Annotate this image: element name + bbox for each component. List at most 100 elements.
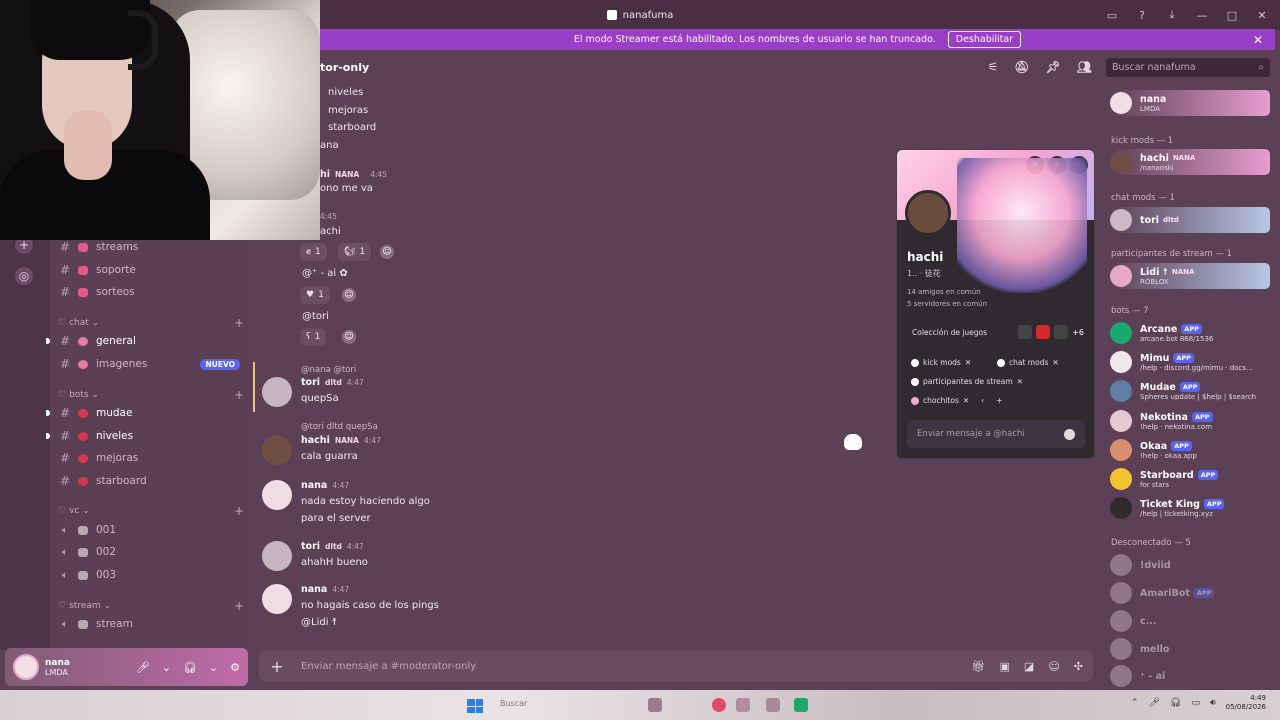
member-item[interactable]: c... xyxy=(1110,608,1270,634)
reaction-chip[interactable]: ʕ1 xyxy=(300,328,327,346)
taskbar-clock[interactable]: 4:49 05/08/2026 xyxy=(1226,694,1266,712)
threads-icon[interactable]: ⚟ xyxy=(988,60,999,74)
remove-role-icon[interactable]: ✕ xyxy=(963,396,969,405)
user-mention[interactable]: @tori xyxy=(302,311,329,322)
member-item[interactable]: Ticket King APP/help | ticketking.xyz xyxy=(1110,495,1270,521)
member-item[interactable]: Lidi ☨ NANA ROBLOX xyxy=(1110,263,1270,289)
gif-icon[interactable]: ▣ xyxy=(1000,660,1010,673)
search-input[interactable]: Buscar nanafuma ⌕ xyxy=(1106,58,1270,77)
channel-sorteos[interactable]: # sorteos xyxy=(50,281,248,303)
profile-avatar[interactable] xyxy=(905,190,951,236)
network-icon[interactable]: ▭ xyxy=(1191,698,1200,708)
pin-icon[interactable]: 📌︎ xyxy=(1046,60,1061,74)
settings-gear-icon[interactable]: ⚙ xyxy=(230,661,240,674)
member-item[interactable]: ⁺ - ai xyxy=(1110,663,1270,689)
reaction-chip[interactable]: ♥ 1 xyxy=(300,286,330,304)
category-stream[interactable]: ♡ stream ⌄ + xyxy=(58,598,244,614)
username[interactable]: nana xyxy=(45,658,70,668)
avatar[interactable] xyxy=(262,435,292,465)
member-item[interactable]: hachi NANA/nanaoski xyxy=(1110,149,1270,175)
mute-notifications-icon[interactable]: 🔕︎ xyxy=(1014,60,1029,74)
close-window-button[interactable]: ✕ xyxy=(1254,7,1270,23)
avatar[interactable] xyxy=(262,480,292,510)
emoji-icon[interactable] xyxy=(1064,428,1075,440)
remove-role-icon[interactable]: ✕ xyxy=(1017,377,1023,386)
avatar[interactable] xyxy=(262,377,292,407)
user-mention[interactable]: @⁺ - ai ✿ xyxy=(302,268,348,279)
taskbar-search[interactable]: Buscar xyxy=(500,699,527,708)
minimize-button[interactable]: — xyxy=(1194,7,1210,23)
create-channel-icon[interactable]: + xyxy=(234,599,244,613)
taskbar-app-icon[interactable] xyxy=(736,698,750,712)
download-icon[interactable]: ⤓ xyxy=(1164,7,1180,23)
author-name[interactable]: hi xyxy=(320,169,330,180)
channel-mejoras[interactable]: # mejoras xyxy=(50,447,248,469)
category-bots[interactable]: ♡ bots ⌄ + xyxy=(58,387,244,403)
author-name[interactable]: nana xyxy=(301,584,327,595)
add-reaction-icon[interactable]: ☺ xyxy=(342,330,356,344)
channel-starboard[interactable]: # starboard xyxy=(50,470,248,492)
discover-icon[interactable]: ◎ xyxy=(15,267,33,285)
chevron-down-icon[interactable]: ⌄ xyxy=(162,661,171,674)
emoji-icon[interactable]: ☺ xyxy=(1048,660,1059,673)
banner-close-icon[interactable]: ✕ xyxy=(1253,33,1263,47)
member-item[interactable]: AmariBot APP xyxy=(1110,580,1270,606)
game-collection-label[interactable]: Colección de juegos xyxy=(912,328,987,337)
add-reaction-icon[interactable]: ☺ xyxy=(380,245,394,259)
windows-start-icon[interactable] xyxy=(467,699,483,713)
volume-icon[interactable]: 🔊︎ xyxy=(1210,698,1216,708)
voice-channel-stream[interactable]: 🔈︎ stream xyxy=(50,613,248,635)
member-item[interactable]: Mimu APP/help · discord.gg/mimu · docs... xyxy=(1110,349,1270,375)
taskbar-app-icon[interactable] xyxy=(648,698,662,712)
apps-icon[interactable]: ✣ xyxy=(1074,660,1083,673)
channel-soporte[interactable]: # soporte xyxy=(50,259,248,281)
help-icon[interactable]: ? xyxy=(1134,7,1150,23)
author-name[interactable]: hachi xyxy=(301,435,330,446)
chevron-down-icon[interactable]: ⌄ xyxy=(209,661,218,674)
member-item[interactable]: mello xyxy=(1110,636,1270,662)
add-reaction-icon[interactable]: ☺ xyxy=(342,288,356,302)
message-composer[interactable]: + Enviar mensaje a #moderator-only 🎁︎ ▣ … xyxy=(259,650,1093,682)
member-item[interactable]: Starboard APP for stars xyxy=(1110,466,1270,492)
category-chat[interactable]: ♡ chat ⌄ + xyxy=(58,315,244,331)
remove-role-icon[interactable]: ✕ xyxy=(1052,358,1058,367)
microphone-icon[interactable]: 🎤︎ xyxy=(1149,698,1160,708)
voice-channel-003[interactable]: 🔈︎ 003 xyxy=(50,564,248,586)
user-mention[interactable]: @Lidi ☨ xyxy=(301,614,439,631)
channel-mention[interactable]: niveles xyxy=(328,87,363,98)
create-channel-icon[interactable]: + xyxy=(234,388,244,402)
sticker-icon[interactable]: ◪ xyxy=(1024,660,1034,673)
channel-mention[interactable]: starboard xyxy=(328,122,376,133)
mutual-friends[interactable]: 14 amigos en común xyxy=(907,288,981,296)
member-list-icon[interactable]: 👥︎ xyxy=(1077,60,1092,74)
channel-niveles[interactable]: # niveles xyxy=(46,425,248,447)
reply-preview[interactable]: @tori dltd quepSa xyxy=(301,422,378,432)
reaction-chip[interactable]: 🐿︎ 1 xyxy=(338,243,372,261)
channel-mudae[interactable]: # mudae xyxy=(46,402,248,424)
chevron-up-icon[interactable]: ⌃ xyxy=(1131,698,1139,708)
taskbar-app-icon[interactable] xyxy=(712,698,726,712)
disable-streamer-button[interactable]: Deshabilitar xyxy=(947,31,1022,48)
more-games-count[interactable]: +6 xyxy=(1072,328,1084,337)
member-item[interactable]: nana LMDA xyxy=(1110,90,1270,116)
avatar[interactable] xyxy=(262,584,292,614)
member-item[interactable]: Nekotina APP !help · nekotina.com xyxy=(1110,408,1270,434)
gift-icon[interactable]: 🎁︎ xyxy=(972,660,986,673)
avatar[interactable] xyxy=(13,654,39,680)
channel-imagenes[interactable]: # imagenes NUEVO xyxy=(50,353,248,375)
inbox-icon[interactable]: ▭ xyxy=(1104,7,1120,23)
taskbar-app-icon[interactable] xyxy=(766,698,780,712)
reaction-chip[interactable]: ✊︎ 1 xyxy=(300,243,327,261)
member-item[interactable]: Mudae APP Spheres update | $help | $search xyxy=(1110,378,1270,404)
voice-channel-002[interactable]: 🔈︎ 002 xyxy=(50,541,248,563)
member-item[interactable]: tori dltd xyxy=(1110,207,1270,233)
member-item[interactable]: Okaa APP !help · okaa.app xyxy=(1110,437,1270,463)
game-icon[interactable] xyxy=(1036,325,1051,339)
member-item[interactable]: !dviid xyxy=(1110,552,1270,578)
channel-mention[interactable]: mejoras xyxy=(328,105,368,116)
headphones-icon[interactable]: 🎧︎ xyxy=(1170,698,1181,708)
maximize-button[interactable]: □ xyxy=(1224,7,1240,23)
profile-message-input[interactable]: Enviar mensaje a @hachi xyxy=(907,420,1085,448)
remove-role-icon[interactable]: ✕ xyxy=(965,358,971,367)
author-name[interactable]: nana xyxy=(301,480,327,491)
